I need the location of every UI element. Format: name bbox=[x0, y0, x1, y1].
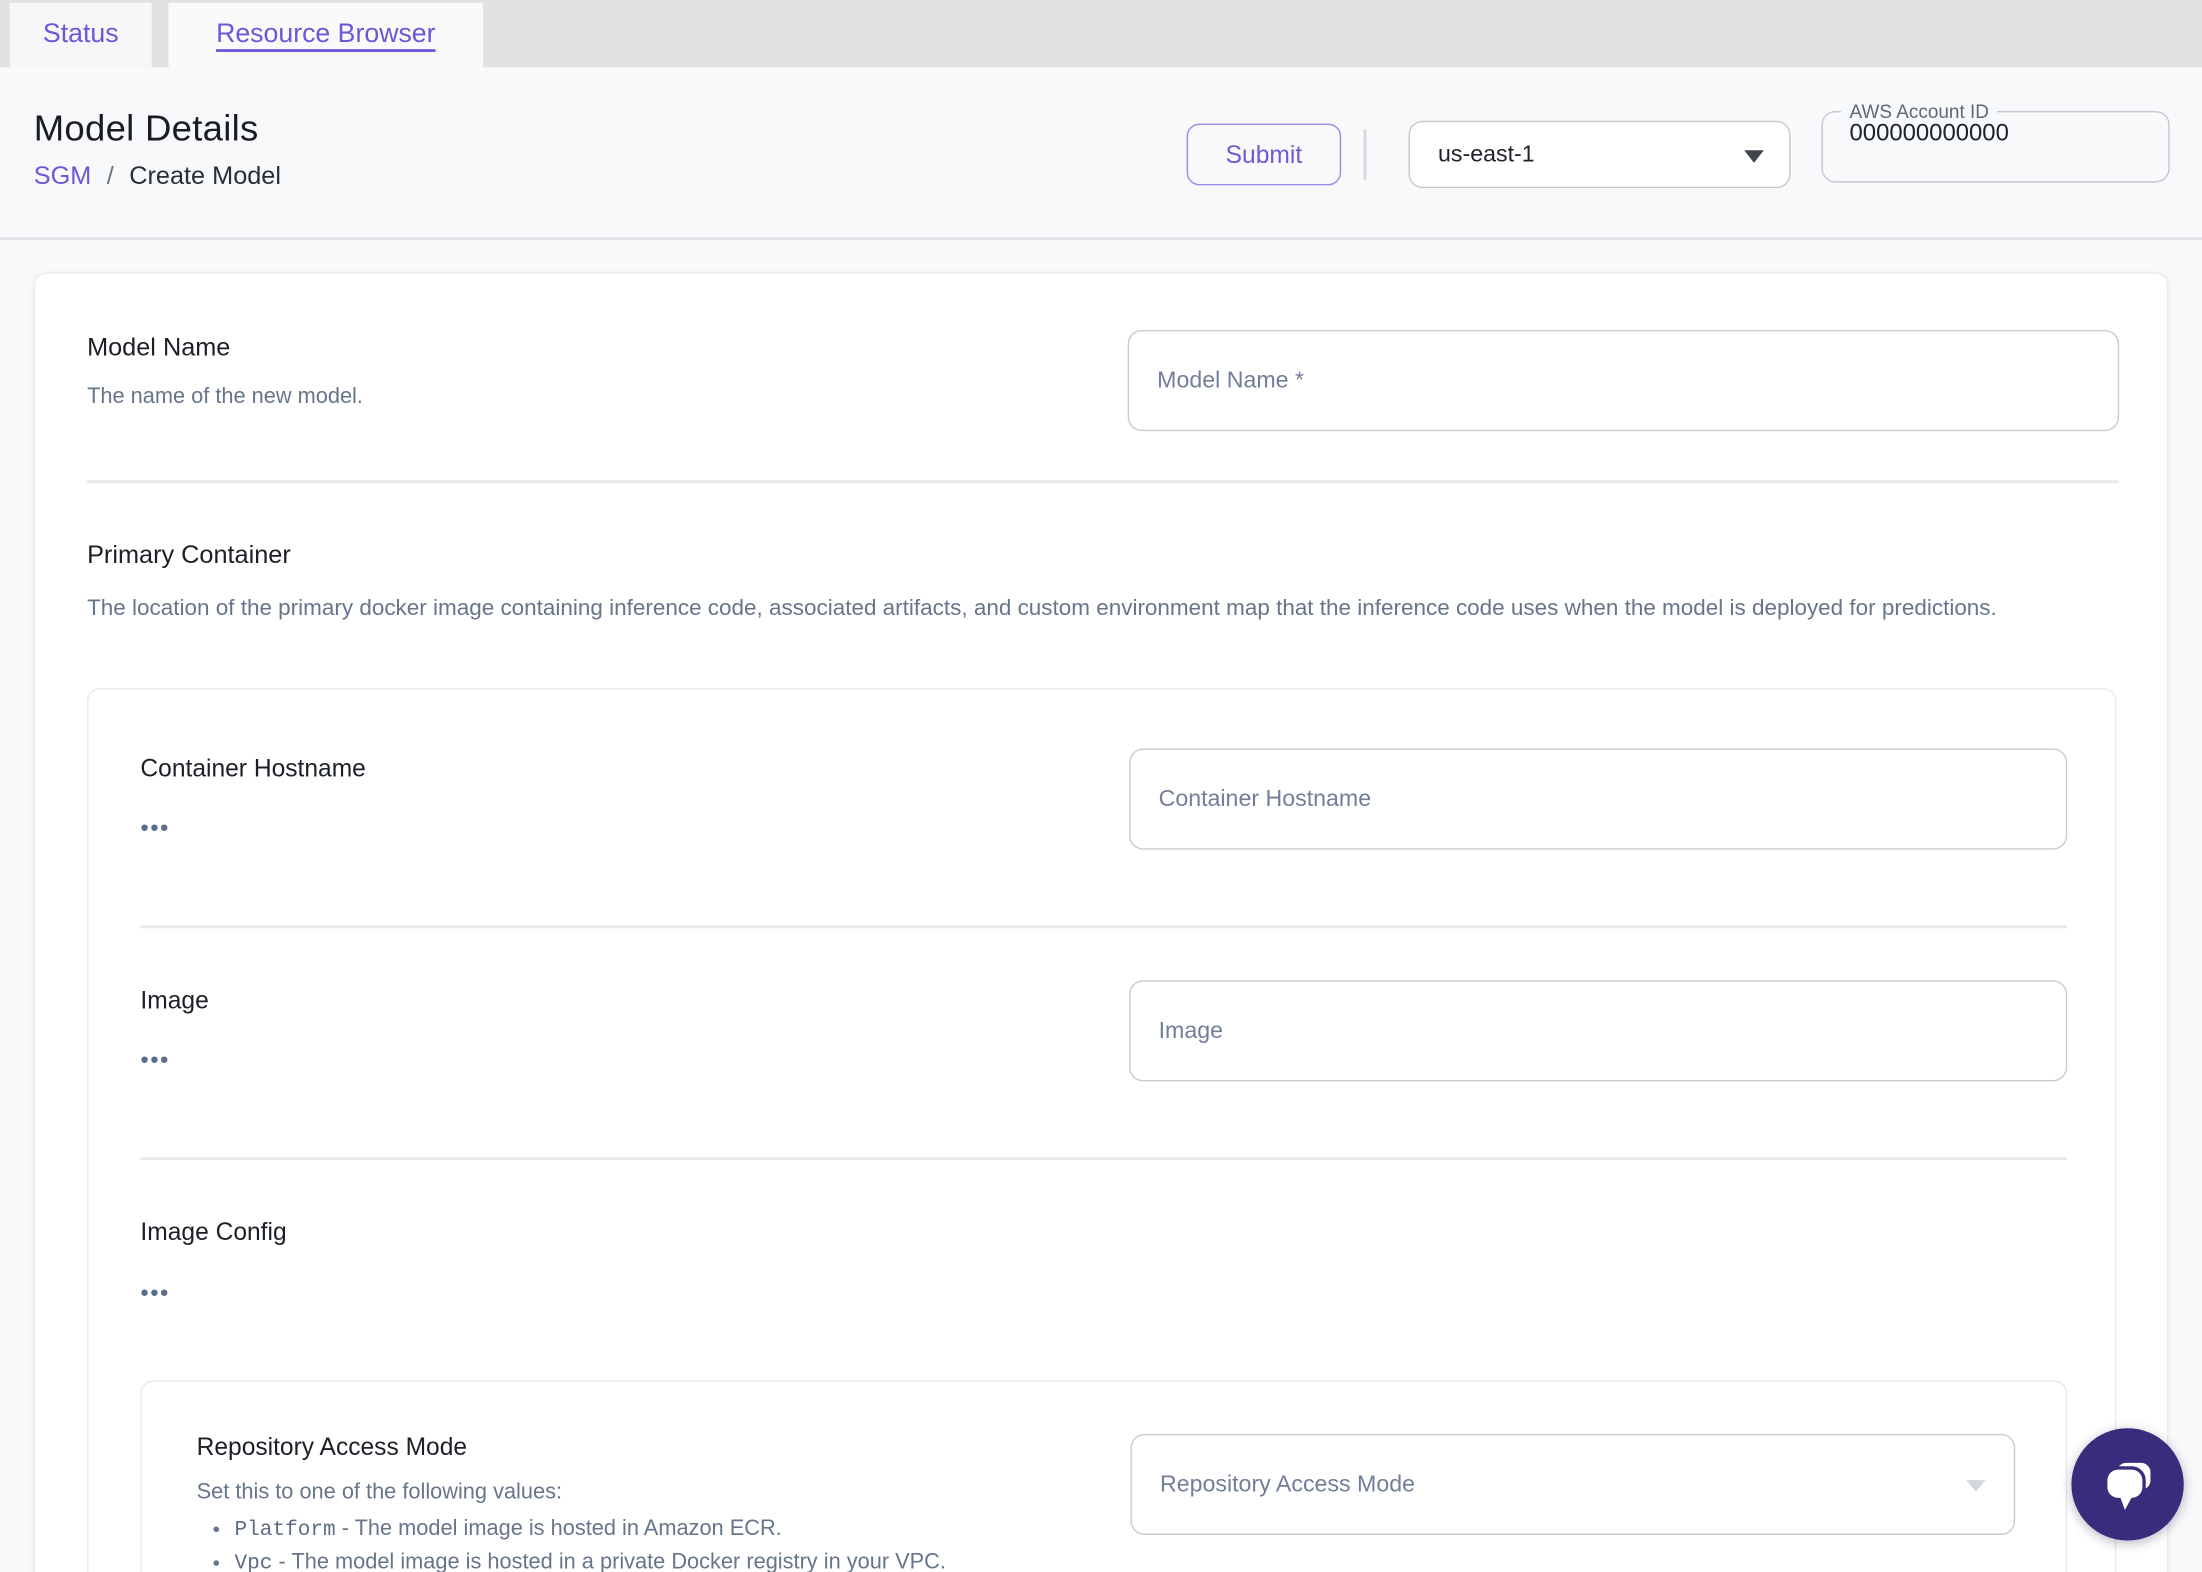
breadcrumb: SGM / Create Model bbox=[34, 161, 281, 190]
image-input[interactable] bbox=[1129, 980, 2068, 1082]
chat-launcher-button[interactable] bbox=[2071, 1428, 2184, 1541]
page-title: Model Details bbox=[33, 106, 259, 149]
model-name-label: Model Name bbox=[87, 332, 231, 361]
primary-container-description: The location of the primary docker image… bbox=[87, 596, 1997, 621]
header-divider bbox=[1363, 129, 1367, 180]
page-header: Model Details SGM / Create Model Submit … bbox=[0, 67, 2202, 241]
option-code: Platform bbox=[234, 1518, 336, 1542]
region-select-value: us-east-1 bbox=[1438, 141, 1535, 167]
container-hostname-expand-toggle[interactable]: ••• bbox=[140, 816, 169, 840]
repository-access-mode-select[interactable]: Repository Access Mode bbox=[1130, 1433, 2016, 1535]
list-item: Vpc - The model image is hosted in a pri… bbox=[235, 1547, 946, 1572]
field-divider bbox=[140, 1157, 2068, 1160]
image-config-label: Image Config bbox=[140, 1217, 287, 1246]
field-divider bbox=[140, 925, 2068, 928]
chat-bubbles-icon bbox=[2104, 1462, 2151, 1510]
model-name-input[interactable] bbox=[1127, 330, 2120, 432]
tab-resource-browser[interactable]: Resource Browser bbox=[168, 2, 484, 68]
caret-down-icon bbox=[1744, 150, 1764, 163]
tab-bar: Status Resource Browser bbox=[0, 0, 2202, 68]
repository-access-mode-placeholder: Repository Access Mode bbox=[1159, 1471, 1416, 1497]
caret-down-icon bbox=[1966, 1480, 1986, 1492]
image-config-card: Repository Access Mode Set this to one o… bbox=[140, 1380, 2068, 1572]
repository-access-mode-label: Repository Access Mode bbox=[196, 1432, 468, 1461]
model-name-description: The name of the new model. bbox=[87, 384, 363, 409]
image-config-expand-toggle[interactable]: ••• bbox=[140, 1281, 169, 1305]
list-item: Platform - The model image is hosted in … bbox=[235, 1514, 946, 1547]
option-code: Vpc bbox=[234, 1551, 273, 1572]
model-details-card: Model Name The name of the new model. Pr… bbox=[33, 272, 2169, 1572]
primary-container-card: Container Hostname ••• Image ••• Image C… bbox=[87, 688, 2117, 1572]
breadcrumb-separator: / bbox=[106, 161, 114, 190]
aws-account-id-input[interactable] bbox=[1822, 119, 2145, 156]
breadcrumb-current: Create Model bbox=[129, 161, 281, 190]
primary-container-label: Primary Container bbox=[87, 540, 291, 569]
image-expand-toggle[interactable]: ••• bbox=[140, 1048, 169, 1072]
option-text: - The model image is hosted in a private… bbox=[278, 1549, 946, 1572]
region-select[interactable]: us-east-1 bbox=[1408, 120, 1791, 189]
aws-account-id-fieldset: AWS Account ID bbox=[1821, 101, 2170, 183]
option-text: - The model image is hosted in Amazon EC… bbox=[341, 1516, 782, 1541]
app-viewport: Status Resource Browser Model Details SG… bbox=[0, 0, 2202, 1572]
tab-status[interactable]: Status bbox=[9, 2, 152, 68]
submit-button[interactable]: Submit bbox=[1186, 123, 1342, 186]
container-hostname-input[interactable] bbox=[1129, 748, 2068, 850]
container-hostname-label: Container Hostname bbox=[140, 754, 366, 783]
repository-access-mode-options-list: Platform - The model image is hosted in … bbox=[197, 1514, 946, 1572]
section-divider bbox=[87, 480, 2120, 483]
image-label: Image bbox=[140, 985, 209, 1014]
tab-status-label: Status bbox=[42, 19, 119, 50]
repository-access-mode-description: Set this to one of the following values: bbox=[196, 1480, 563, 1505]
tab-resource-browser-label: Resource Browser bbox=[216, 19, 436, 50]
breadcrumb-parent-link[interactable]: SGM bbox=[34, 161, 92, 190]
